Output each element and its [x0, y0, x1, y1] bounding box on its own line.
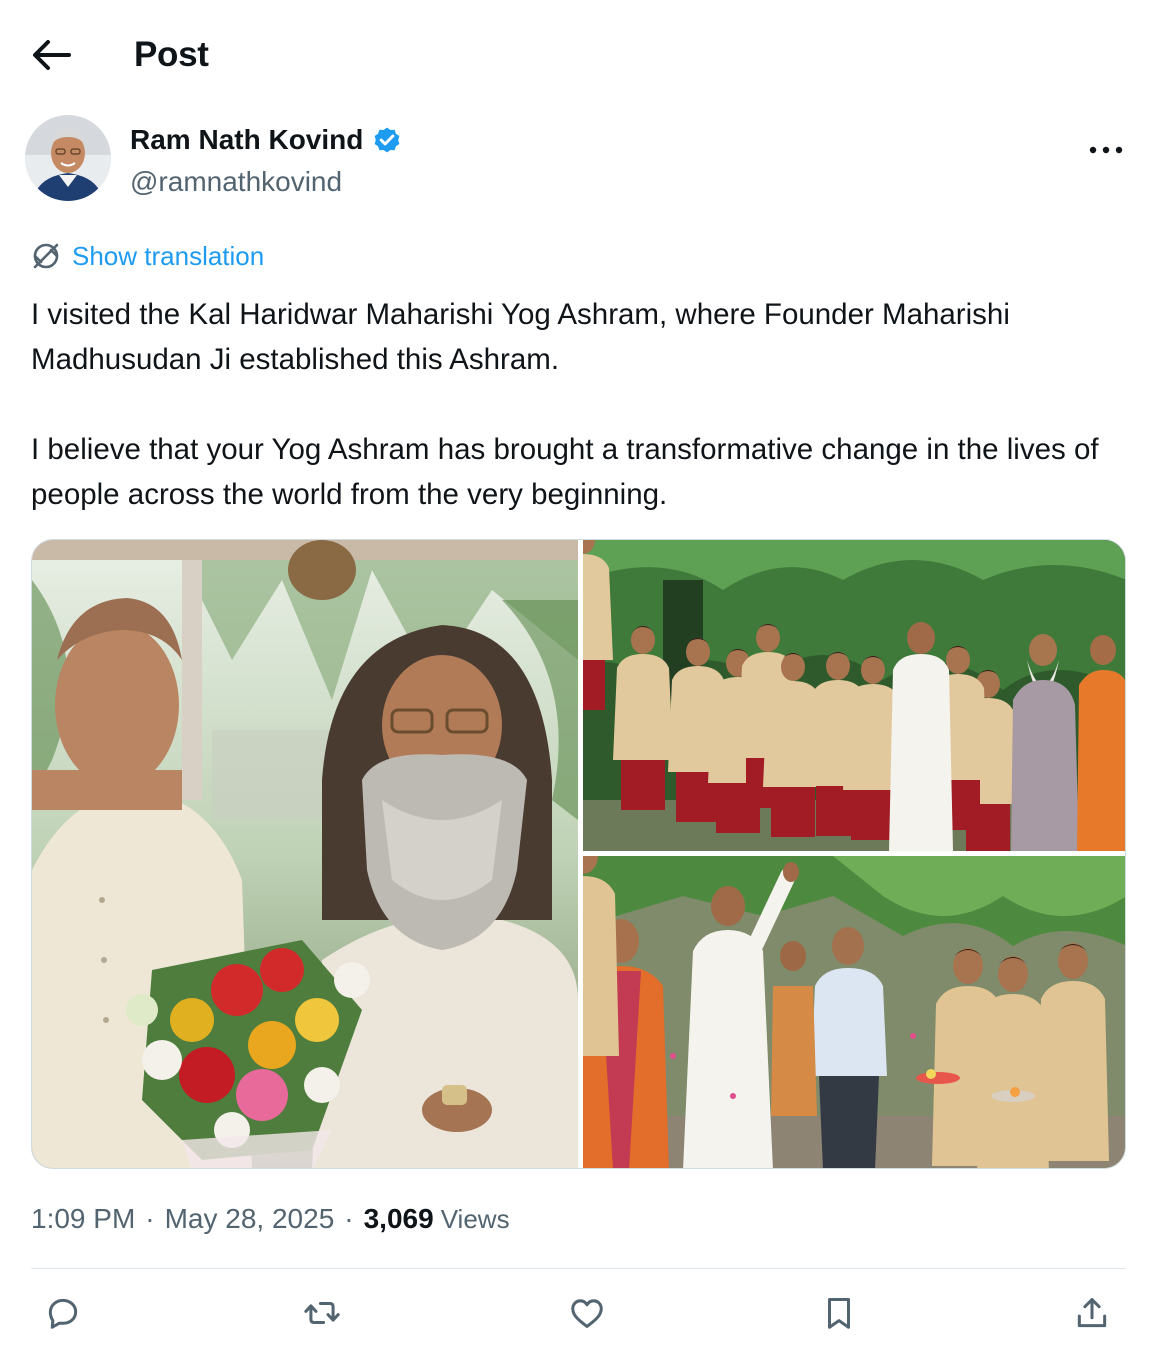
photo-group-with-students [583, 540, 1125, 851]
more-options-button[interactable] [1080, 130, 1132, 170]
retweet-icon [304, 1301, 340, 1325]
meta-separator: · [344, 1203, 354, 1234]
author-name[interactable]: Ram Nath Kovind [130, 124, 403, 156]
more-dots-icon [1089, 146, 1123, 154]
page-title: Post [134, 35, 209, 74]
tweet-date[interactable]: May 28, 2025 [165, 1203, 335, 1235]
tweet-paragraph: I believe that your Yog Ashram has broug… [31, 433, 1099, 511]
author-name-label: Ram Nath Kovind [130, 124, 364, 155]
tweet-time[interactable]: 1:09 PM [31, 1203, 135, 1235]
media-photo-2[interactable] [583, 540, 1125, 851]
divider [31, 1268, 1126, 1269]
avatar[interactable] [25, 115, 111, 201]
tweet-meta: 1:09 PM · May 28, 2025 · 3,069 Views [31, 1203, 510, 1235]
tweet-text: I visited the Kal Haridwar Maharishi Yog… [31, 292, 1131, 517]
media-photo-1[interactable] [32, 540, 578, 1168]
show-translation-label: Show translation [72, 240, 265, 271]
views-label: Views [440, 1204, 510, 1234]
photo-welcome-ceremony [583, 856, 1125, 1168]
avatar-image [25, 115, 111, 201]
media-grid [31, 539, 1126, 1169]
back-button[interactable] [30, 36, 72, 74]
post-header: Post [0, 0, 1157, 110]
like-icon [571, 1299, 603, 1328]
retweet-button[interactable] [297, 1288, 347, 1338]
bookmark-icon [827, 1298, 851, 1329]
globe-translate-icon [33, 243, 59, 269]
show-translation-link[interactable]: Show translation [30, 240, 264, 272]
share-button[interactable] [1067, 1288, 1117, 1338]
share-icon [1077, 1298, 1107, 1328]
meta-separator: · [145, 1203, 155, 1234]
bookmark-button[interactable] [814, 1288, 864, 1338]
tweet-paragraph: I visited the Kal Haridwar Maharishi Yog… [31, 298, 1010, 376]
action-bar [0, 1280, 1157, 1350]
author-handle[interactable]: @ramnathkovind [130, 166, 342, 198]
photo-two-men-with-bouquet [32, 540, 578, 1168]
verified-badge-icon [374, 127, 400, 153]
reply-button[interactable] [38, 1288, 88, 1338]
arrow-left-icon [33, 40, 71, 70]
like-button[interactable] [562, 1288, 612, 1338]
media-photo-3[interactable] [583, 856, 1125, 1168]
views-count[interactable]: 3,069 [364, 1203, 434, 1235]
reply-icon [48, 1298, 78, 1329]
